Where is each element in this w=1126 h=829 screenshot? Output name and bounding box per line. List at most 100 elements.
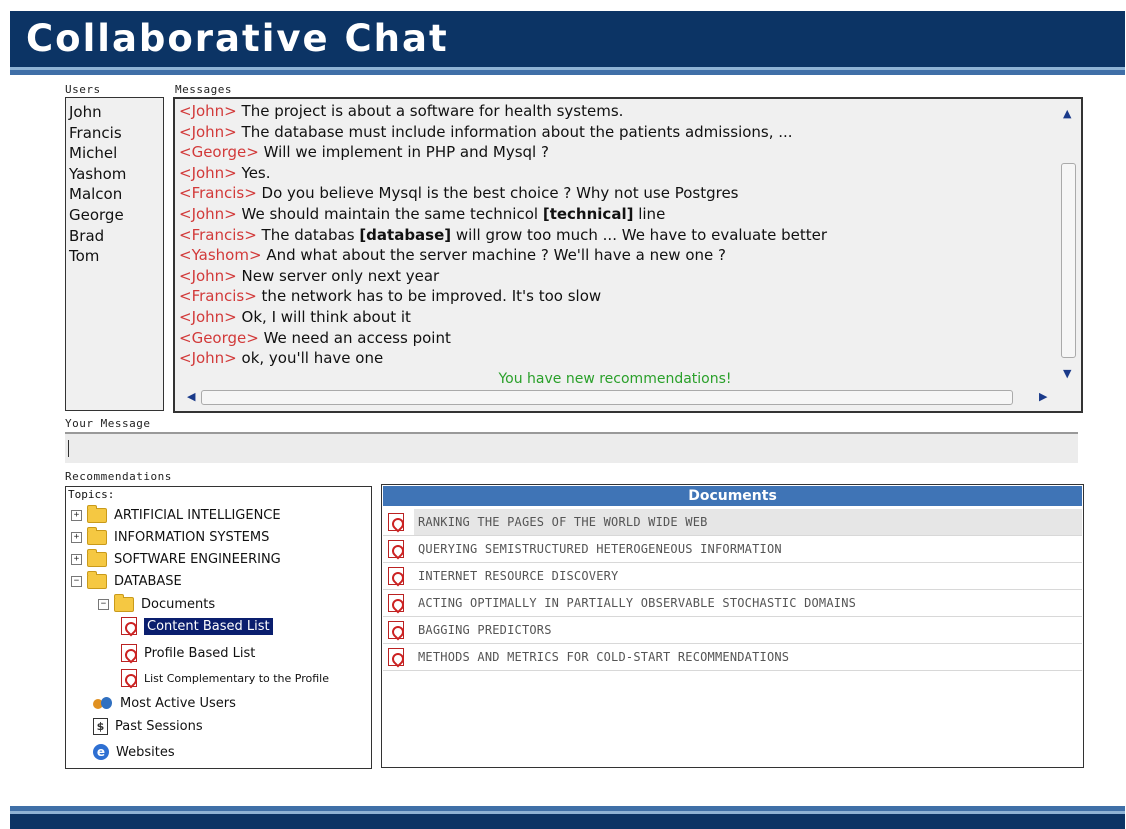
message-author: <John> [179,349,237,368]
scroll-down-arrow-icon[interactable]: ▼ [1063,367,1071,380]
your-message-label: Your Message [65,417,151,430]
chat-message: <John> Ok, I will think about it [179,307,827,328]
horizontal-scroll-thumb[interactable] [201,390,1013,405]
text-caret [68,440,69,457]
messages-vertical-scrollbar[interactable]: ▲ ▼ [1059,101,1079,383]
user-item[interactable]: Brad [66,226,163,247]
tree-node-artificial-intelligence[interactable]: + ARTIFICIAL INTELLIGENCE [71,505,281,523]
message-author: <John> [179,204,237,223]
documents-panel: Documents RANKING THE PAGES OF THE WORLD… [381,484,1084,768]
spelling-correction: [technical] [542,204,634,223]
tree-node-label: Content Based List [144,617,273,635]
pdf-icon [388,540,404,558]
user-item[interactable]: George [66,205,163,226]
message-text: The project is about a software for heal… [236,102,624,120]
pdf-icon [121,644,137,662]
tree-node-websites[interactable]: e Websites [93,744,175,760]
tree-node-label: INFORMATION SYSTEMS [114,530,270,545]
message-text: New server only next year [236,266,440,285]
document-title[interactable]: RANKING THE PAGES OF THE WORLD WIDE WEB [414,509,1082,535]
vertical-scroll-thumb[interactable] [1061,163,1076,358]
document-title[interactable]: INTERNET RESOURCE DISCOVERY [414,563,1082,589]
scroll-left-arrow-icon[interactable]: ◀ [187,390,195,403]
chat-message: <Francis> The databas [database] will gr… [179,225,827,246]
tree-node-label: List Complementary to the Profile [144,671,329,685]
user-item[interactable]: Michel [66,143,163,164]
pdf-icon [388,513,404,531]
chat-message: <Francis> the network has to be improved… [179,286,827,307]
header-divider-accent [10,70,1125,75]
tree-node-database[interactable]: − DATABASE [71,571,182,589]
tree-node-label: Profile Based List [144,645,256,661]
messages-label: Messages [175,83,232,96]
document-title[interactable]: ACTING OPTIMALLY IN PARTIALLY OBSERVABLE… [414,590,1082,616]
topics-panel: Topics: + ARTIFICIAL INTELLIGENCE + INFO… [65,486,372,769]
chat-message: <John> We should maintain the same techn… [179,204,827,225]
user-item[interactable]: Yashom [66,164,163,185]
document-row[interactable]: QUERYING SEMISTRUCTURED HETEROGENEOUS IN… [383,536,1082,563]
messages-panel: <John> The project is about a software f… [173,97,1083,413]
tree-node-profile-based-list[interactable]: Profile Based List [121,644,255,662]
message-list: <John> The project is about a software f… [179,101,827,369]
pdf-icon [121,669,137,687]
app-footer [10,814,1125,829]
chat-message: <John> ok, you'll have one [179,348,827,369]
message-text: line [633,204,666,223]
document-title[interactable]: METHODS AND METRICS FOR COLD-START RECOM… [414,644,1082,670]
pdf-icon [121,617,137,635]
folder-icon [114,594,134,612]
user-item[interactable]: Malcon [66,184,163,205]
spelling-correction: [database] [359,225,452,244]
user-item[interactable]: John [66,102,163,123]
tree-node-past-sessions[interactable]: $ Past Sessions [93,718,203,735]
expand-icon[interactable]: + [71,554,82,565]
scroll-up-arrow-icon[interactable]: ▲ [1063,107,1071,120]
document-row[interactable]: ACTING OPTIMALLY IN PARTIALLY OBSERVABLE… [383,590,1082,617]
document-row[interactable]: INTERNET RESOURCE DISCOVERY [383,563,1082,590]
user-item[interactable]: Tom [66,246,163,267]
tree-node-documents[interactable]: − Documents [98,594,215,612]
expand-icon[interactable]: + [71,532,82,543]
document-title[interactable]: BAGGING PREDICTORS [414,617,1082,643]
app-title: Collaborative Chat [26,17,449,60]
new-recommendations-notice[interactable]: You have new recommendations! [175,371,1055,387]
tree-node-information-systems[interactable]: + INFORMATION SYSTEMS [71,527,270,545]
chat-message: <Francis> Do you believe Mysql is the be… [179,183,827,204]
scroll-right-arrow-icon[interactable]: ▶ [1039,390,1047,403]
chat-message: <John> Yes. [179,163,827,184]
message-author: <Yashom> [179,246,262,265]
collapse-icon[interactable]: − [98,599,109,610]
message-input[interactable] [65,432,1078,463]
message-text: We should maintain the same technicol [236,204,543,223]
users-panel: John Francis Michel Yashom Malcon George… [65,97,164,411]
message-text: Do you believe Mysql is the best choice … [256,184,739,203]
tree-node-list-complementary[interactable]: List Complementary to the Profile [121,669,329,687]
expand-icon[interactable]: + [71,510,82,521]
tree-node-label: Websites [116,744,175,760]
tree-node-content-based-list[interactable]: Content Based List [121,617,273,635]
message-text: Will we implement in PHP and Mysql ? [258,143,549,162]
folder-icon [87,527,107,545]
document-row[interactable]: METHODS AND METRICS FOR COLD-START RECOM… [383,644,1082,671]
message-author: <John> [179,266,237,285]
collapse-icon[interactable]: − [71,576,82,587]
message-author: <John> [179,163,237,182]
users-label: Users [65,83,101,96]
internet-explorer-icon: e [93,744,109,760]
sessions-icon: $ [93,718,108,735]
folder-icon [87,549,107,567]
message-text: Yes. [236,163,271,182]
pdf-icon [388,567,404,585]
messages-horizontal-scrollbar[interactable]: ◀ ▶ [179,388,1055,408]
folder-icon [87,505,107,523]
document-row[interactable]: BAGGING PREDICTORS [383,617,1082,644]
topics-title: Topics: [68,488,115,501]
tree-node-label: SOFTWARE ENGINEERING [114,552,281,567]
document-row[interactable]: RANKING THE PAGES OF THE WORLD WIDE WEB [383,509,1082,536]
tree-node-software-engineering[interactable]: + SOFTWARE ENGINEERING [71,549,281,567]
chat-message: <George> We need an access point [179,328,827,349]
message-author: <John> [179,122,237,141]
document-title[interactable]: QUERYING SEMISTRUCTURED HETEROGENEOUS IN… [414,536,1082,562]
tree-node-most-active-users[interactable]: Most Active Users [93,696,236,711]
user-item[interactable]: Francis [66,123,163,144]
